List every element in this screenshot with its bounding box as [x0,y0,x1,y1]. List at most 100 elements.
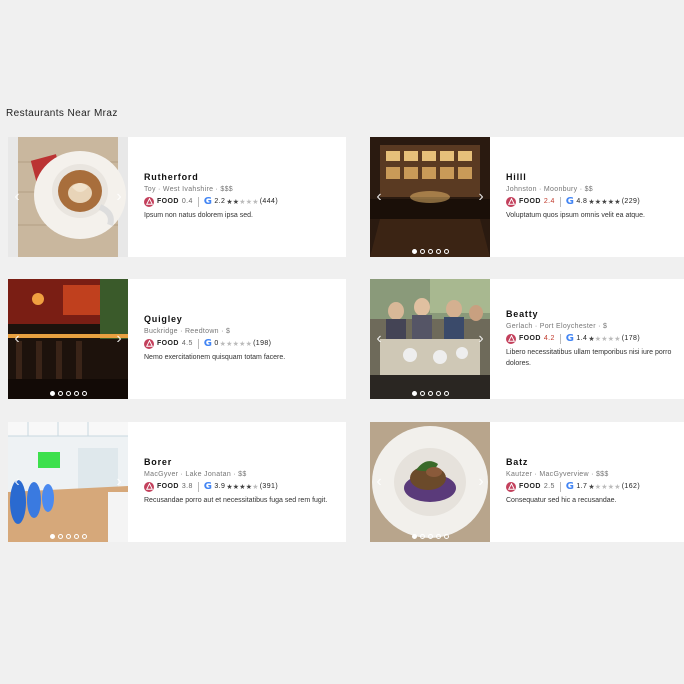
carousel-dot[interactable] [427,391,433,396]
carousel-next-icon[interactable]: › [474,473,488,491]
carousel-dot[interactable] [73,391,79,396]
food-label: FOOD [157,340,179,348]
carousel-dot[interactable] [435,391,441,396]
divider [559,196,561,207]
review-count[interactable]: (178) [622,335,640,342]
carousel-next-icon[interactable]: › [112,188,126,206]
restaurant-name[interactable]: Borer [144,457,346,467]
carousel-prev-icon[interactable]: ‹ [10,473,24,491]
carousel-prev-icon[interactable]: ‹ [372,473,386,491]
restaurant-info: Borer MacGyver · Lake Jonatan · $$ FOOD … [128,422,346,542]
google-icon: G [203,481,213,493]
carousel-dots [8,534,128,539]
food-score: 2.5 [543,483,555,491]
google-icon: G [565,481,575,493]
carousel-dot[interactable] [435,249,441,254]
restaurant-photo[interactable]: ‹ › [370,137,490,257]
stars-empty: ★★★★★ [219,340,253,348]
carousel-dot[interactable] [419,534,425,539]
carousel-next-icon[interactable]: › [474,330,488,348]
google-rating: 2.2 [214,198,226,206]
carousel-dot[interactable] [73,534,79,539]
stars-empty: ★ [252,483,259,491]
restaurant-card[interactable]: ‹ › Hilll Johnston · Moonbury · $$ FOOD 2… [370,137,684,257]
restaurant-info: Beatty Gerlach · Port Eloychester · $ FO… [490,279,684,399]
carousel-next-icon[interactable]: › [474,188,488,206]
restaurant-photo[interactable]: ‹ › [370,279,490,399]
ratings-row: FOOD 2.4 G 4.8 ★★★★★ (229) [506,196,684,207]
carousel-dot[interactable] [57,534,63,539]
carousel-dot[interactable] [443,534,449,539]
restaurant-card[interactable]: ‹ › Rutherford Toy · West Ivahshire · $$$… [8,137,346,257]
restaurant-description: Nemo exercitationem quisquam totam facer… [144,354,286,362]
food-rating-icon [144,196,154,207]
restaurant-photo[interactable]: ‹ › [8,137,128,257]
star-rating: ★★★★★ [588,335,620,343]
food-score: 4.5 [181,340,193,348]
carousel-dot[interactable] [65,391,71,396]
carousel-dot[interactable] [419,391,425,396]
restaurant-name[interactable]: Hilll [506,172,684,182]
carousel-dot[interactable] [81,534,87,539]
carousel-dot[interactable] [49,391,55,396]
carousel-next-icon[interactable]: › [112,473,126,491]
food-rating-icon [144,338,154,349]
restaurant-name[interactable]: Quigley [144,314,346,324]
carousel-dot[interactable] [411,534,417,539]
restaurant-meta: Toy · West Ivahshire · $$$ [144,186,233,194]
restaurant-photo[interactable]: ‹ › [8,422,128,542]
carousel-dot[interactable] [411,391,417,396]
food-rating-icon [506,333,516,344]
stars-filled: ★★★★★ [588,198,621,206]
food-label: FOOD [519,198,541,206]
carousel-dot[interactable] [65,534,71,539]
food-score: 0.4 [181,198,193,206]
carousel-dot[interactable] [443,391,449,396]
carousel-dot[interactable] [411,249,417,254]
review-count[interactable]: (162) [622,483,640,490]
carousel-dot[interactable] [57,391,63,396]
carousel-dot[interactable] [427,534,433,539]
carousel-next-icon[interactable]: › [112,330,126,348]
ratings-row: FOOD 3.8 G 3.9 ★★★★★ (391) [144,481,346,492]
google-rating: 3.9 [214,483,226,491]
star-rating: ★★★★★ [226,198,258,206]
google-rating: 1.4 [576,335,588,343]
stars-empty: ★★★ [239,198,259,206]
carousel-prev-icon[interactable]: ‹ [372,188,386,206]
restaurant-info: Quigley Buckridge · Reedtown · $ FOOD 4.… [128,279,346,399]
ratings-row: FOOD 0.4 G 2.2 ★★★★★ (444) [144,196,346,207]
restaurant-info: Hilll Johnston · Moonbury · $$ FOOD 2.4 … [490,137,684,257]
restaurant-name[interactable]: Beatty [506,309,684,319]
restaurant-name[interactable]: Batz [506,457,684,467]
review-count[interactable]: (391) [260,483,278,490]
review-count[interactable]: (198) [253,340,271,347]
review-count[interactable]: (229) [622,198,640,205]
restaurant-name[interactable]: Rutherford [144,172,346,182]
carousel-dot[interactable] [427,249,433,254]
carousel-dot[interactable] [435,534,441,539]
food-rating-icon [506,196,516,207]
google-icon: G [565,333,575,345]
divider [559,481,561,492]
carousel-dot[interactable] [49,534,55,539]
restaurant-meta: Buckridge · Reedtown · $ [144,328,231,336]
restaurant-meta: MacGyver · Lake Jonatan · $$ [144,471,247,479]
carousel-prev-icon[interactable]: ‹ [10,330,24,348]
restaurant-card[interactable]: ‹ › Quigley Buckridge · Reedtown · $ FOOD… [8,279,346,399]
star-rating: ★★★★★ [226,483,258,491]
restaurant-card[interactable]: ‹ › Borer MacGyver · Lake Jonatan · $$ FO… [8,422,346,542]
star-rating: ★★★★★ [220,340,252,348]
carousel-dot[interactable] [443,249,449,254]
carousel-dot[interactable] [81,391,87,396]
restaurant-card[interactable]: ‹ › Batz Kautzer · MacGyverview · $$$ FOO… [370,422,684,542]
carousel-dot[interactable] [419,249,425,254]
restaurant-card[interactable]: ‹ › Beatty Gerlach · Port Eloychester · $… [370,279,684,399]
restaurant-photo[interactable]: ‹ › [8,279,128,399]
carousel-prev-icon[interactable]: ‹ [372,330,386,348]
food-rating-icon [506,481,516,492]
review-count[interactable]: (444) [260,198,278,205]
restaurant-photo[interactable]: ‹ › [370,422,490,542]
carousel-prev-icon[interactable]: ‹ [10,188,24,206]
food-label: FOOD [157,198,179,206]
